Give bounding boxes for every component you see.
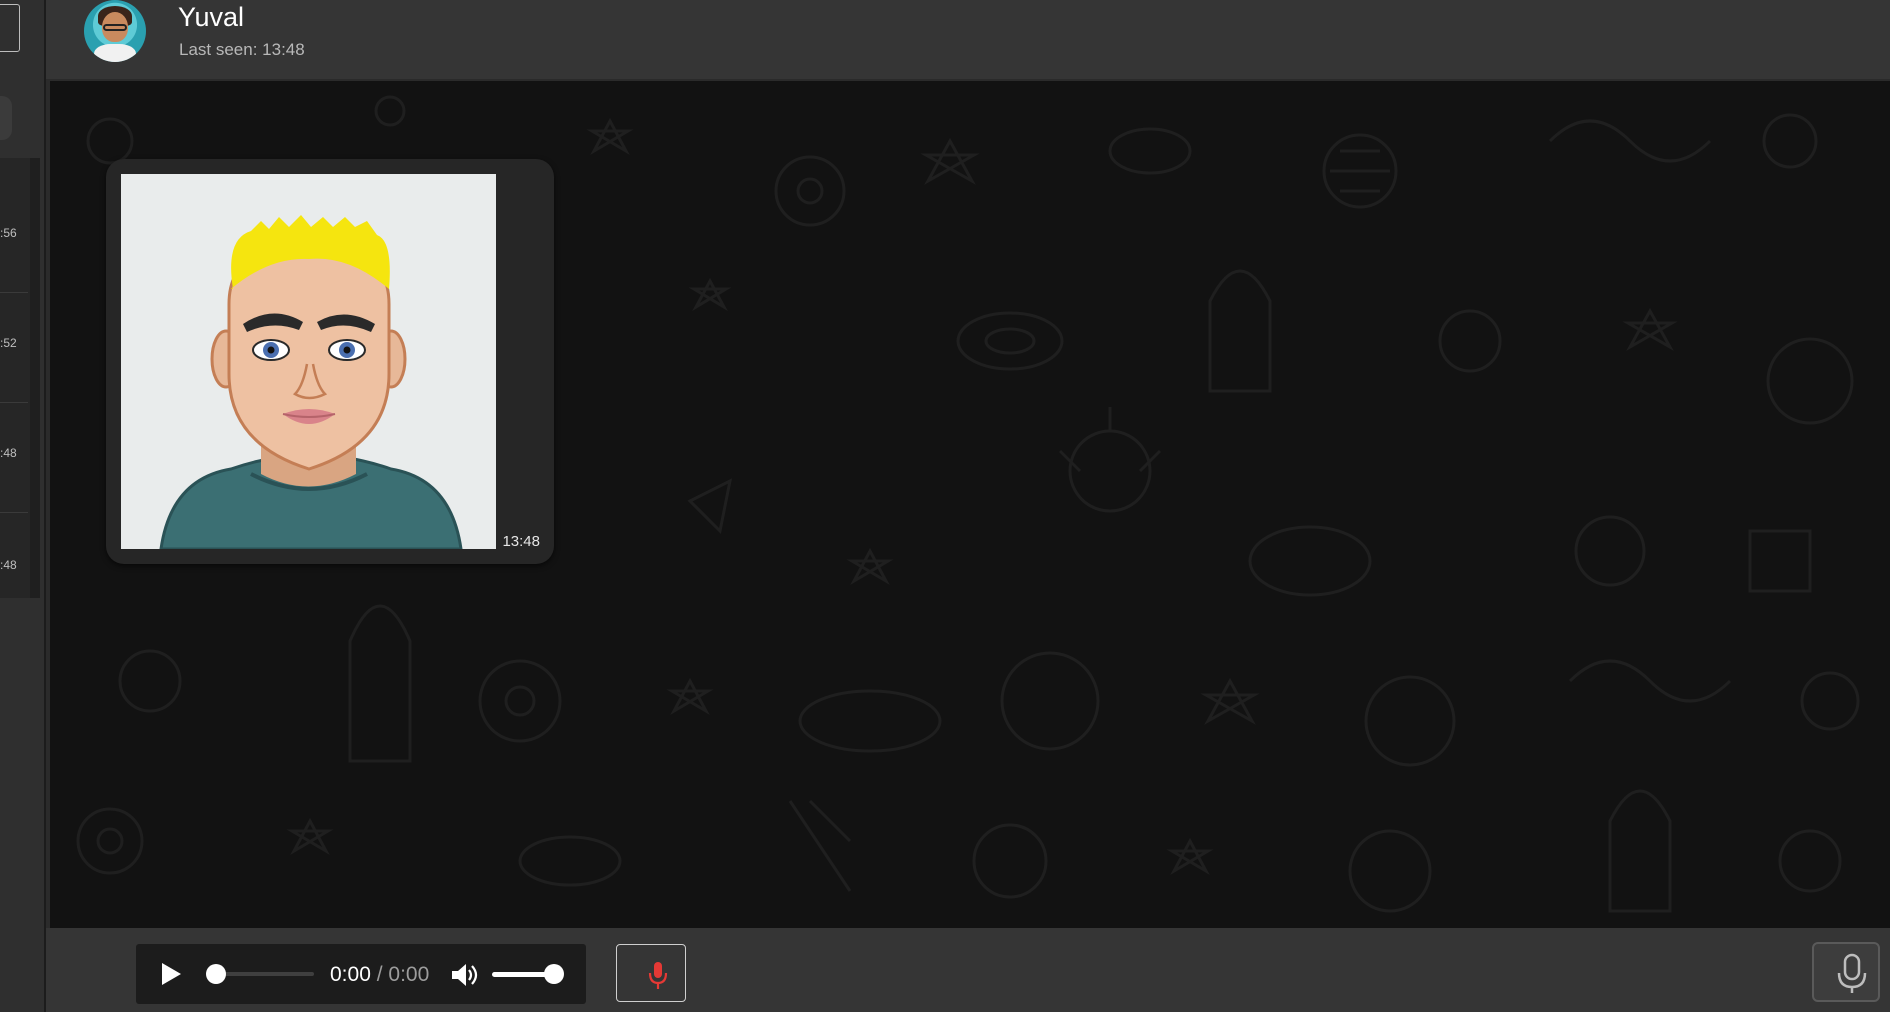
chat-list-item-time[interactable]: :48	[0, 446, 28, 460]
last-seen-status: Last seen: 13:48	[179, 40, 305, 59]
record-voice-button[interactable]	[616, 944, 686, 1002]
chat-header: Yuval Last seen: 13:48	[46, 0, 1890, 80]
chat-list-item-time[interactable]: :52	[0, 336, 28, 350]
message-input-bar: 0:00 / 0:00	[46, 928, 1890, 1012]
chat-list-item-time[interactable]: :48	[0, 558, 28, 572]
message-timestamp: 13:48	[502, 533, 540, 550]
volume-icon[interactable]	[450, 962, 478, 988]
audio-time-display: 0:00 / 0:00	[330, 963, 429, 987]
microphone-outline-icon	[1837, 953, 1867, 993]
sidebar-menu-button[interactable]	[0, 4, 20, 52]
avatar-glasses	[103, 24, 127, 31]
message-image[interactable]	[121, 174, 496, 549]
chat-list-sidebar: :56 :52 :48 :48	[0, 0, 46, 1012]
user-avatar-icon[interactable]	[84, 0, 146, 62]
sidebar-search-input[interactable]	[0, 96, 12, 140]
voice-input-button[interactable]	[1812, 942, 1880, 1002]
contact-name: Yuval	[178, 2, 245, 32]
play-icon[interactable]	[162, 963, 181, 985]
audio-duration: 0:00	[388, 963, 430, 986]
chat-list-scrollbar[interactable]	[30, 158, 40, 598]
chat-list	[0, 158, 30, 598]
audio-current-time: 0:00	[330, 963, 371, 986]
audio-player: 0:00 / 0:00	[136, 944, 586, 1004]
avatar-body	[94, 44, 136, 62]
audio-time-separator: /	[370, 963, 389, 986]
incoming-image-message[interactable]: 13:48	[106, 159, 554, 564]
chat-list-divider	[0, 512, 28, 513]
sidebar-border	[44, 0, 46, 1012]
microphone-icon	[648, 962, 668, 989]
audio-progress-thumb[interactable]	[206, 964, 226, 984]
chat-messages-area: 13:48	[50, 81, 1890, 928]
cartoon-portrait-image	[159, 215, 463, 549]
chat-list-divider	[0, 402, 28, 403]
chat-list-item-time[interactable]: :56	[0, 226, 28, 240]
volume-thumb[interactable]	[544, 964, 564, 984]
chat-list-divider	[0, 292, 28, 293]
